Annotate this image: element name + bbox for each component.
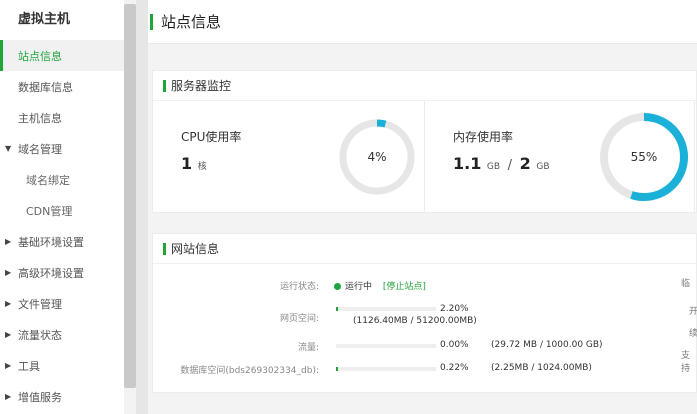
status-label: 运行状态: — [279, 282, 319, 292]
status-value-wrap: 运行中 [停止站点] — [334, 279, 426, 292]
status-dot-icon — [334, 283, 341, 290]
sidebar-item-site-info[interactable]: 站点信息 — [0, 40, 124, 71]
panel-title: 服务器监控 — [171, 79, 232, 93]
cpu-cores-value: 1 核 — [181, 154, 207, 173]
web-space-row: 网页空间: 2.20% (1126.40MB / 51200.00MB) — [153, 304, 553, 332]
caret-down-icon: ▼ — [5, 144, 12, 153]
database-space-bar — [336, 367, 436, 371]
sidebar-item-label: 高级环境设置 — [18, 266, 84, 280]
sidebar-item-tools[interactable]: ▶ 工具 — [0, 350, 124, 381]
sidebar-item-traffic[interactable]: ▶ 流量状态 — [0, 319, 124, 350]
caret-right-icon: ▶ — [5, 268, 12, 277]
memory-label: 内存使用率 — [453, 130, 514, 144]
sidebar-item-label: 域名绑定 — [26, 173, 70, 187]
site-info-panel: 网站信息 运行状态: 运行中 [停止站点] 网页空间: 2.20% (1126.… — [152, 233, 697, 393]
right-col-item: 支持 — [681, 351, 691, 374]
database-space-detail: (2.25MB / 1024.00MB) — [491, 363, 592, 373]
server-monitor-panel: 服务器监控 CPU使用率 1 核 4% 内存使用率 1.1 GB / 2 GB — [152, 70, 697, 213]
status-value: 运行中 — [345, 282, 373, 292]
web-space-bar-fill — [336, 307, 339, 311]
panel-header: 网站信息 — [153, 234, 696, 264]
panel-accent-bar — [163, 242, 166, 255]
sidebar: 虚拟主机 站点信息 数据库信息 主机信息 ▼ 域名管理 域名绑定 CDN管理 ▶ 基… — [0, 0, 124, 414]
database-space-label: 数据库空间(bds269302334_db): — [180, 366, 319, 376]
sidebar-item-basic-env[interactable]: ▶ 基础环境设置 — [0, 226, 124, 257]
traffic-percent: 0.00% — [440, 340, 469, 350]
panel-title: 网站信息 — [171, 242, 220, 256]
memory-value: 1.1 GB / 2 GB — [453, 154, 550, 173]
cpu-percent-text: 4% — [367, 150, 386, 164]
sidebar-item-label: 文件管理 — [18, 297, 62, 311]
page-header: 站点信息 — [148, 0, 697, 44]
sidebar-item-label: 域名管理 — [18, 142, 62, 156]
sidebar-item-host[interactable]: 主机信息 — [0, 102, 124, 133]
traffic-label: 流量: — [297, 343, 319, 353]
memory-usage-card: 内存使用率 1.1 GB / 2 GB 55% — [425, 101, 695, 213]
sidebar-item-cdn[interactable]: CDN管理 — [0, 195, 124, 226]
sidebar-item-label: 数据库信息 — [18, 80, 73, 94]
cpu-core-unit: 核 — [197, 162, 207, 172]
web-space-bar — [336, 307, 436, 311]
title-accent-bar — [150, 13, 153, 30]
web-space-percent: 2.20% — [440, 304, 469, 314]
right-col-item: 临 — [681, 279, 691, 289]
main-content: 站点信息 服务器监控 CPU使用率 1 核 4% 内存使用率 1.1 GB / … — [148, 0, 697, 414]
sidebar-item-label: 基础环境设置 — [18, 235, 84, 249]
cpu-gauge: 4% — [339, 119, 415, 195]
sidebar-item-database[interactable]: 数据库信息 — [0, 71, 124, 102]
sidebar-item-label: 流量状态 — [18, 328, 62, 342]
memory-gauge: 55% — [600, 113, 688, 201]
caret-right-icon: ▶ — [5, 237, 12, 246]
sidebar-item-domain[interactable]: ▼ 域名管理 — [0, 133, 124, 164]
sidebar-item-label: 增值服务 — [18, 390, 62, 404]
sidebar-item-files[interactable]: ▶ 文件管理 — [0, 288, 124, 319]
right-col-item: 开 — [689, 307, 697, 317]
panel-header: 服务器监控 — [153, 71, 696, 101]
caret-right-icon: ▶ — [5, 361, 12, 370]
stop-site-link[interactable]: [停止站点] — [383, 282, 426, 292]
cpu-core-count: 1 — [181, 154, 193, 173]
memory-total-unit: GB — [536, 162, 550, 172]
sidebar-item-domain-bind[interactable]: 域名绑定 — [0, 164, 124, 195]
database-space-bar-fill — [336, 367, 338, 371]
traffic-detail: (29.72 MB / 1000.00 GB) — [491, 340, 603, 350]
web-space-detail: (1126.40MB / 51200.00MB) — [353, 316, 477, 326]
panel-accent-bar — [163, 79, 166, 92]
sidebar-item-label: 主机信息 — [18, 111, 62, 125]
memory-used: 1.1 — [453, 154, 482, 173]
memory-used-unit: GB — [486, 162, 501, 172]
sidebar-item-advanced-env[interactable]: ▶ 高级环境设置 — [0, 257, 124, 288]
database-space-percent: 0.22% — [440, 363, 469, 373]
memory-total: 2 — [519, 154, 531, 173]
caret-right-icon: ▶ — [5, 392, 12, 401]
sidebar-item-label: CDN管理 — [26, 204, 73, 218]
sidebar-scrollbar[interactable] — [124, 4, 136, 388]
sidebar-item-label: 站点信息 — [18, 49, 62, 63]
memory-percent-text: 55% — [631, 150, 658, 164]
memory-separator: / — [507, 158, 513, 173]
right-col-item: 续 — [689, 329, 697, 339]
page-title: 站点信息 — [161, 13, 222, 31]
web-space-label: 网页空间: — [279, 314, 319, 324]
scroll-track — [136, 0, 148, 414]
caret-right-icon: ▶ — [5, 330, 12, 339]
traffic-bar — [336, 344, 436, 348]
sidebar-item-value-added[interactable]: ▶ 增值服务 — [0, 381, 124, 412]
cpu-usage-card: CPU使用率 1 核 4% — [153, 101, 425, 213]
cpu-label: CPU使用率 — [181, 130, 242, 144]
caret-right-icon: ▶ — [5, 299, 12, 308]
sidebar-brand: 虚拟主机 — [18, 12, 71, 27]
sidebar-item-label: 工具 — [18, 359, 40, 373]
